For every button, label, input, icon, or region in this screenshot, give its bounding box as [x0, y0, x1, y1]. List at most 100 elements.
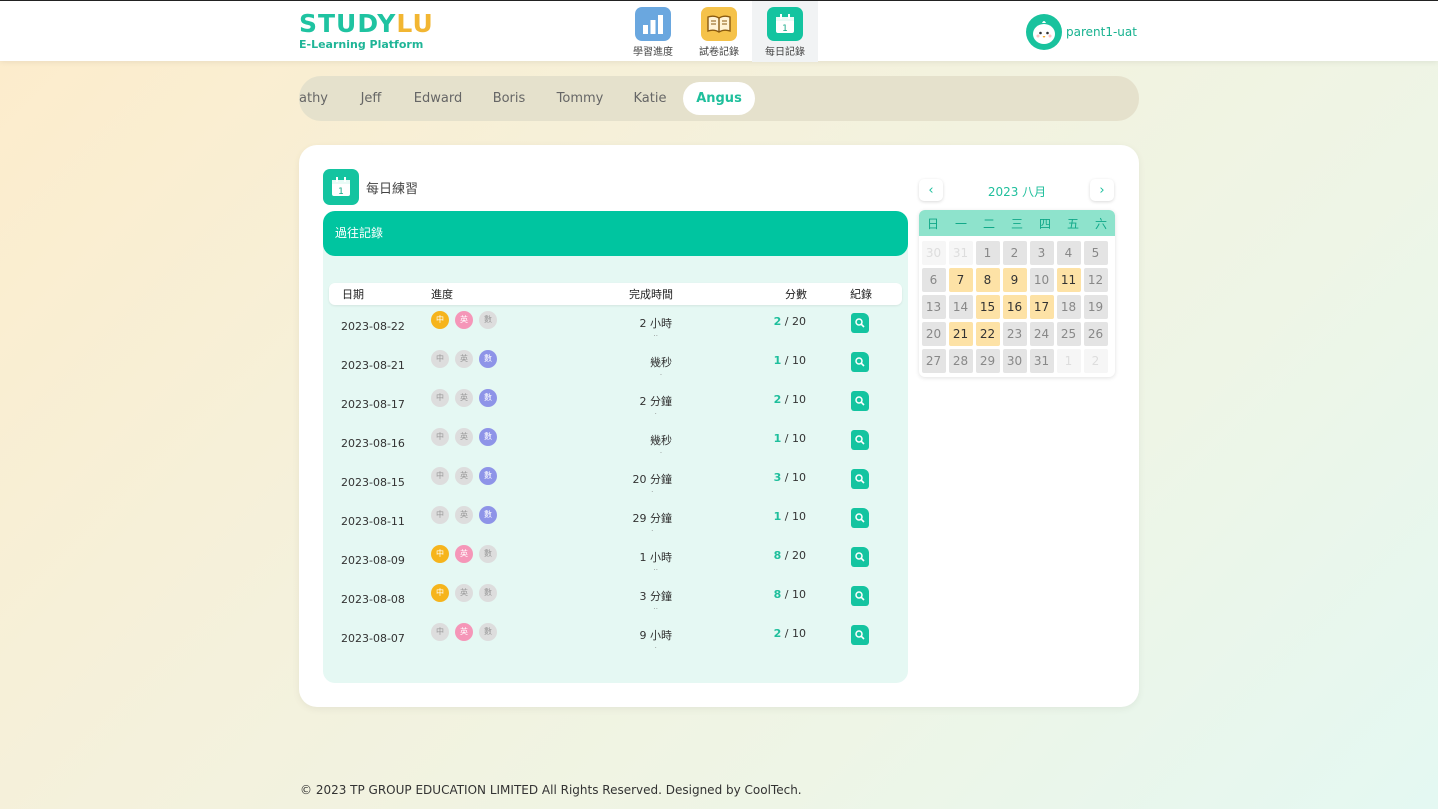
completion-time: 幾秒.	[650, 432, 672, 455]
calendar-day[interactable]: 10	[1029, 267, 1054, 292]
calendar-day[interactable]: 1	[1056, 348, 1081, 373]
calendar-day[interactable]: 14	[948, 294, 973, 319]
view-record-button[interactable]	[851, 430, 869, 450]
score: 2 / 20	[774, 315, 806, 328]
row-date: 2023-08-07	[341, 632, 405, 645]
calendar-day-completed[interactable]: 21	[948, 321, 973, 346]
studylu-logo[interactable]: STUDYLU E-Learning Platform	[299, 11, 434, 52]
score: 2 / 10	[774, 393, 806, 406]
row-date: 2023-08-15	[341, 476, 405, 489]
calendar-day[interactable]: 18	[1056, 294, 1081, 319]
section-title: 每日練習	[366, 182, 419, 197]
calendar-day[interactable]: 13	[921, 294, 946, 319]
view-record-button[interactable]	[851, 469, 869, 489]
calendar-day-completed[interactable]: 17	[1029, 294, 1054, 319]
calendar-day[interactable]: 5	[1083, 240, 1108, 265]
view-record-button[interactable]	[851, 586, 869, 606]
table-row: 2023-08-21 中英數 幾秒. 1 / 10	[329, 346, 902, 385]
header-date: 日期	[342, 288, 364, 301]
view-record-button[interactable]	[851, 625, 869, 645]
calendar-day-completed[interactable]: 9	[1002, 267, 1027, 292]
calendar-day[interactable]: 27	[921, 348, 946, 373]
nav-exam-records[interactable]: 試卷記錄	[686, 1, 752, 62]
calendar-day[interactable]: 3	[1029, 240, 1054, 265]
calendar-day[interactable]: 20	[921, 321, 946, 346]
table-row: 2023-08-22 中英數 2 小時.. 2 / 20	[329, 307, 902, 346]
table-row: 2023-08-11 中英數 29 分鐘. 1 / 10	[329, 502, 902, 541]
calendar-day[interactable]: 30	[921, 240, 946, 265]
score: 8 / 10	[774, 588, 806, 601]
chinese-badge: 中	[431, 545, 449, 563]
calendar-day[interactable]: 24	[1029, 321, 1054, 346]
calendar-day-completed[interactable]: 16	[1002, 294, 1027, 319]
view-record-button[interactable]	[851, 547, 869, 567]
math-badge: 數	[479, 623, 497, 641]
math-badge: 數	[479, 389, 497, 407]
calendar-day-completed[interactable]: 7	[948, 267, 973, 292]
calendar-day[interactable]: 25	[1056, 321, 1081, 346]
calendar-day[interactable]: 28	[948, 348, 973, 373]
math-badge: 數	[479, 428, 497, 446]
score: 3 / 10	[774, 471, 806, 484]
calendar-day[interactable]: 19	[1083, 294, 1108, 319]
calendar-day[interactable]: 23	[1002, 321, 1027, 346]
time-value: 幾秒	[650, 434, 672, 447]
english-badge: 英	[455, 623, 473, 641]
calendar-day[interactable]: 12	[1083, 267, 1108, 292]
nav-daily-records[interactable]: 1 每日記錄	[752, 1, 818, 62]
time-sub: ..	[653, 564, 658, 572]
search-document-icon	[855, 396, 865, 406]
view-record-button[interactable]	[851, 352, 869, 372]
view-record-button[interactable]	[851, 313, 869, 333]
nav-learning-progress[interactable]: 學習進度	[620, 1, 686, 62]
time-sub: .	[651, 486, 654, 494]
tab-jeff[interactable]: Jeff	[351, 82, 391, 115]
calendar-day[interactable]: 1	[975, 240, 1000, 265]
weekday-label: 五	[1066, 216, 1079, 231]
score-value: 1	[773, 354, 782, 367]
time-sub: ..	[653, 603, 658, 611]
search-document-icon	[855, 630, 865, 640]
calendar-day[interactable]: 31	[948, 240, 973, 265]
view-record-button[interactable]	[851, 508, 869, 528]
calendar-day[interactable]: 26	[1083, 321, 1108, 346]
score: 1 / 10	[774, 354, 806, 367]
tab-angus[interactable]: Angus	[683, 82, 755, 115]
calendar-day[interactable]: 6	[921, 267, 946, 292]
completion-time: 2 分鐘.	[640, 393, 673, 416]
calendar-day-completed[interactable]: 15	[975, 294, 1000, 319]
next-month-button[interactable]: ›	[1090, 179, 1114, 201]
weekday-label: 六	[1094, 216, 1107, 231]
calendar-day[interactable]: 2	[1083, 348, 1108, 373]
math-badge: 數	[479, 311, 497, 329]
chinese-badge: 中	[431, 311, 449, 329]
tab-boris[interactable]: Boris	[485, 82, 533, 115]
header-time: 完成時間	[629, 288, 673, 301]
header-score: 分數	[785, 288, 807, 301]
score-total: / 20	[784, 549, 806, 562]
view-record-button[interactable]	[851, 391, 869, 411]
score-value: 2	[773, 627, 782, 640]
calendar-day-completed[interactable]: 11	[1056, 267, 1081, 292]
calendar-day-completed[interactable]: 8	[975, 267, 1000, 292]
score-total: / 10	[784, 471, 806, 484]
time-sub: .	[659, 447, 663, 455]
tab-cathy[interactable]: athy	[299, 82, 333, 115]
calendar-day[interactable]: 31	[1029, 348, 1054, 373]
calendar-day[interactable]: 4	[1056, 240, 1081, 265]
english-badge: 英	[455, 428, 473, 446]
progress-badges: 中英數	[431, 506, 497, 524]
tab-tommy[interactable]: Tommy	[551, 82, 609, 115]
tab-katie[interactable]: Katie	[627, 82, 673, 115]
chinese-badge: 中	[431, 506, 449, 524]
user-menu[interactable]: parent1-uat	[1026, 14, 1137, 50]
calendar-day[interactable]: 29	[975, 348, 1000, 373]
score-total: / 10	[784, 432, 806, 445]
calendar-day[interactable]: 2	[1002, 240, 1027, 265]
math-badge: 數	[479, 467, 497, 485]
student-tabs: athy Jeff Edward Boris Tommy Katie Angus	[299, 76, 1139, 121]
calendar-day[interactable]: 30	[1002, 348, 1027, 373]
tab-edward[interactable]: Edward	[409, 82, 467, 115]
score-total: / 10	[784, 627, 806, 640]
calendar-day-completed[interactable]: 22	[975, 321, 1000, 346]
